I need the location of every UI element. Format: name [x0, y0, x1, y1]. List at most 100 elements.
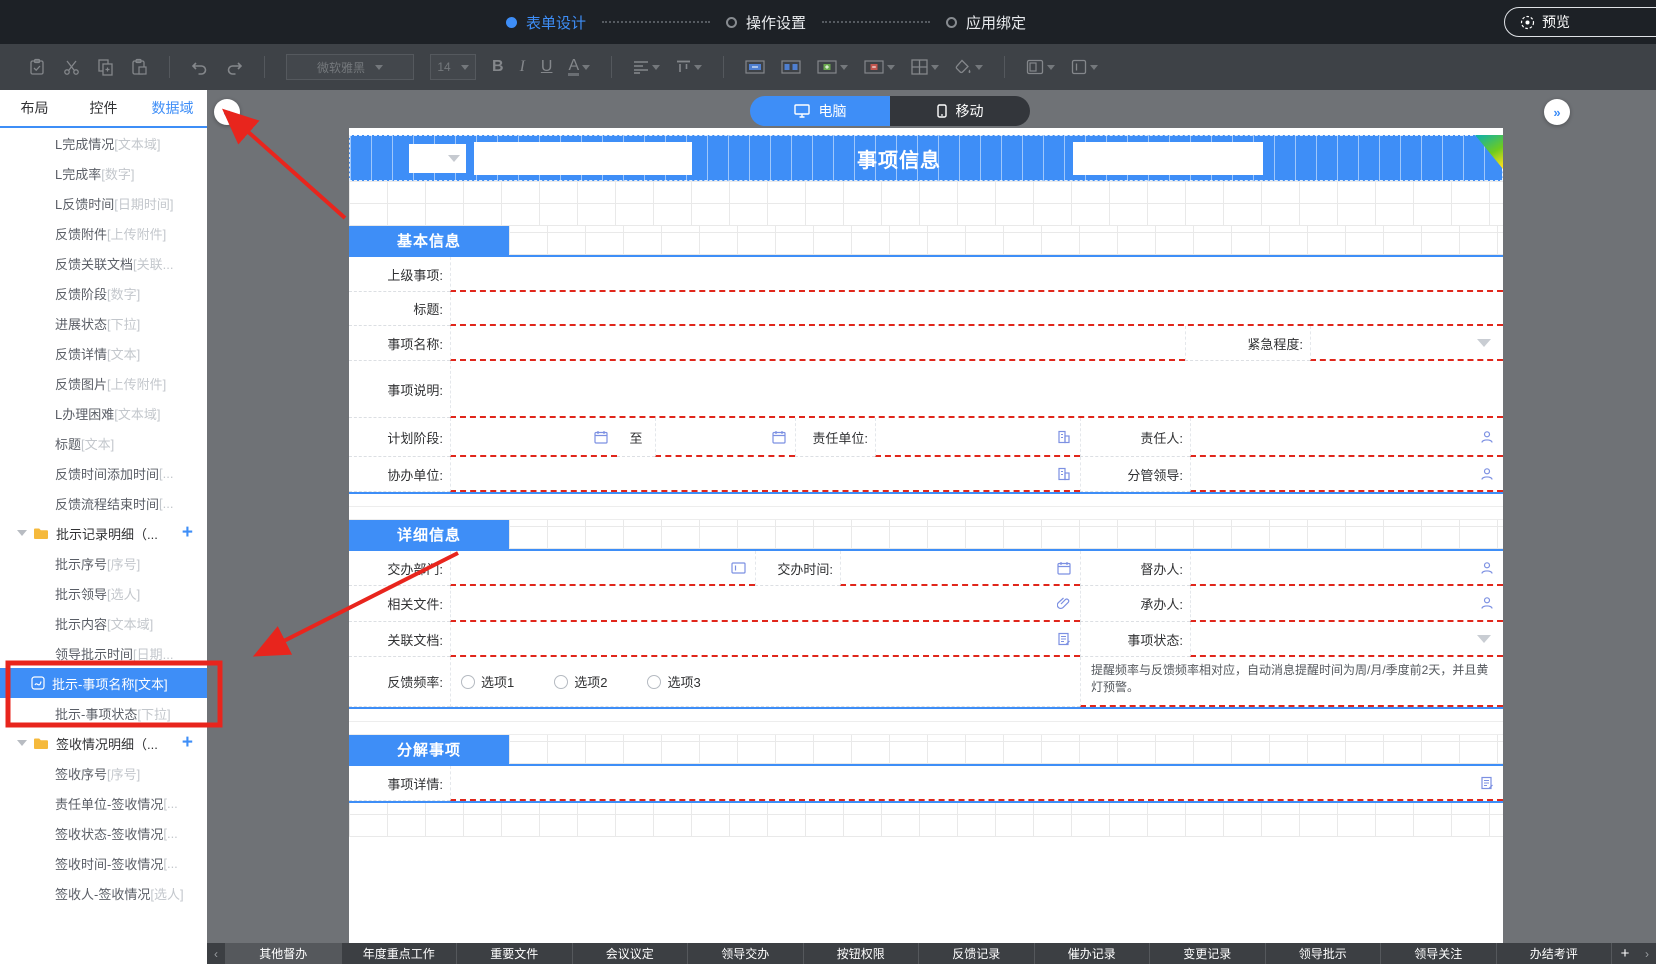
- field-list-item[interactable]: 批示-事项名称[文本] +: [0, 668, 207, 698]
- form-tab[interactable]: 反馈记录: [918, 943, 1034, 964]
- section-tab[interactable]: 详细信息: [349, 520, 509, 549]
- co-unit-field[interactable]: [450, 457, 1080, 492]
- resp-person-field[interactable]: [1190, 418, 1503, 457]
- form-tab[interactable]: 催办记录: [1034, 943, 1150, 964]
- device-tab-mobile[interactable]: 移动: [890, 96, 1030, 126]
- undo-icon[interactable]: [191, 57, 209, 77]
- section-gap[interactable]: [349, 709, 1503, 735]
- field-list-item[interactable]: 批示领导[选人] +: [0, 578, 207, 608]
- split-cells-icon[interactable]: [781, 57, 801, 77]
- device-tab-pc[interactable]: 电脑: [750, 96, 890, 126]
- expand-triangle-icon[interactable]: [17, 530, 27, 536]
- radio-option[interactable]: 选项3: [647, 672, 700, 691]
- scroll-tabs-right-icon[interactable]: ›: [1638, 943, 1656, 964]
- card-layout-icon[interactable]: [1026, 57, 1055, 77]
- field-list-item[interactable]: 标题[文本] +: [0, 428, 207, 458]
- urgency-select-field[interactable]: [1310, 326, 1503, 361]
- merge-cells-icon[interactable]: [745, 57, 765, 77]
- plan-start-date-field[interactable]: [450, 418, 617, 457]
- copy-icon[interactable]: [96, 57, 114, 77]
- field-list-item[interactable]: L完成率[数字] +: [0, 158, 207, 188]
- field-style-icon[interactable]: [1071, 57, 1098, 77]
- field-list-item[interactable]: 反馈流程结束时间[... +: [0, 488, 207, 518]
- field-list-item[interactable]: L完成情况[文本域] +: [0, 128, 207, 158]
- form-tab[interactable]: 其他督办: [225, 943, 341, 964]
- assign-dept-field[interactable]: [450, 551, 755, 586]
- section-tab[interactable]: 分解事项: [349, 735, 509, 764]
- expand-panel-button[interactable]: »: [1544, 99, 1570, 125]
- empty-grid-row[interactable]: [349, 181, 1503, 226]
- insert-row-icon[interactable]: [817, 57, 848, 77]
- field-list-item[interactable]: 反馈时间添加时间[... +: [0, 458, 207, 488]
- plan-end-date-field[interactable]: [655, 418, 795, 457]
- section-tab[interactable]: 基本信息: [349, 226, 509, 255]
- form-tab[interactable]: 年度重点工作: [341, 943, 457, 964]
- field-list-item[interactable]: 责任单位-签收情况[... +: [0, 788, 207, 818]
- delete-row-icon[interactable]: [864, 57, 895, 77]
- underline-button[interactable]: U: [541, 58, 553, 76]
- font-family-select[interactable]: 微软雅黑: [286, 54, 414, 80]
- collapse-sidebar-button[interactable]: «: [214, 99, 240, 125]
- form-tab[interactable]: 领导关注: [1380, 943, 1496, 964]
- vertical-align-select[interactable]: [676, 57, 702, 77]
- field-list-item[interactable]: 批示内容[文本域] +: [0, 608, 207, 638]
- field-list-item[interactable]: 签收人-签收情况[选人] +: [0, 878, 207, 908]
- field-list-item[interactable]: 反馈详情[文本] +: [0, 338, 207, 368]
- paste-icon[interactable]: [130, 57, 148, 77]
- preview-button[interactable]: 预览: [1504, 7, 1656, 37]
- scroll-tabs-left-icon[interactable]: ‹: [207, 943, 225, 964]
- form-header-band[interactable]: 事项信息: [349, 135, 1503, 181]
- form-tab[interactable]: 领导交办: [687, 943, 803, 964]
- add-field-button[interactable]: +: [182, 522, 193, 544]
- sidebar-tab[interactable]: 数据域: [138, 98, 207, 118]
- item-detail-field[interactable]: [450, 766, 1503, 801]
- field-list-item[interactable]: 反馈阶段[数字] +: [0, 278, 207, 308]
- field-list-item[interactable]: 批示记录明细（... +: [0, 518, 207, 548]
- wizard-step[interactable]: 应用绑定: [806, 12, 1026, 33]
- field-list-item[interactable]: 进展状态[下拉] +: [0, 308, 207, 338]
- field-list-item[interactable]: 签收情况明细（... +: [0, 728, 207, 758]
- borders-icon[interactable]: [911, 57, 939, 77]
- field-list-item[interactable]: 批示序号[序号] +: [0, 548, 207, 578]
- sidebar-tab[interactable]: 布局: [0, 98, 69, 118]
- font-size-select[interactable]: 14: [430, 54, 476, 80]
- resp-unit-field[interactable]: [875, 418, 1080, 457]
- fill-color-icon[interactable]: [955, 57, 983, 77]
- header-input-secondary[interactable]: [1073, 142, 1263, 175]
- field-list-item[interactable]: 签收状态-签收情况[... +: [0, 818, 207, 848]
- wizard-step[interactable]: 操作设置: [586, 12, 806, 33]
- field-list-item[interactable]: 反馈关联文档[关联... +: [0, 248, 207, 278]
- docs-field[interactable]: [450, 622, 1080, 657]
- form-tab[interactable]: 按钮权限: [803, 943, 919, 964]
- field-list-item[interactable]: L反馈时间[日期时间] +: [0, 188, 207, 218]
- form-tab[interactable]: 会议议定: [572, 943, 688, 964]
- supervisor-field[interactable]: [1190, 551, 1503, 586]
- empty-grid-row[interactable]: [349, 803, 1503, 837]
- field-list-item[interactable]: 反馈附件[上传附件] +: [0, 218, 207, 248]
- bold-button[interactable]: B: [492, 58, 504, 76]
- italic-button[interactable]: I: [520, 58, 525, 76]
- form-tab[interactable]: 领导批示: [1265, 943, 1381, 964]
- wizard-step[interactable]: 表单设计: [506, 12, 586, 33]
- expand-triangle-icon[interactable]: [17, 740, 27, 746]
- sidebar-tab[interactable]: 控件: [69, 98, 138, 118]
- align-select[interactable]: [633, 57, 660, 77]
- section-gap[interactable]: [349, 494, 1503, 520]
- cut-icon[interactable]: [62, 57, 80, 77]
- radio-option[interactable]: 选项2: [554, 672, 607, 691]
- add-field-button[interactable]: +: [182, 732, 193, 754]
- files-field[interactable]: [450, 586, 1080, 622]
- undertaker-field[interactable]: [1190, 586, 1503, 622]
- clipboard-check-icon[interactable]: [28, 57, 46, 77]
- assign-time-field[interactable]: [840, 551, 1080, 586]
- form-tab[interactable]: 重要文件: [456, 943, 572, 964]
- add-form-tab-button[interactable]: +: [1611, 943, 1638, 964]
- header-input[interactable]: [474, 142, 692, 175]
- field-list-item[interactable]: 领导批示时间[日期... +: [0, 638, 207, 668]
- header-select[interactable]: [409, 144, 466, 173]
- parent-item-field[interactable]: [450, 257, 1503, 292]
- form-tab[interactable]: 变更记录: [1149, 943, 1265, 964]
- field-list-item[interactable]: 签收序号[序号] +: [0, 758, 207, 788]
- radio-option[interactable]: 选项1: [461, 672, 514, 691]
- field-list-item[interactable]: 签收时间-签收情况[... +: [0, 848, 207, 878]
